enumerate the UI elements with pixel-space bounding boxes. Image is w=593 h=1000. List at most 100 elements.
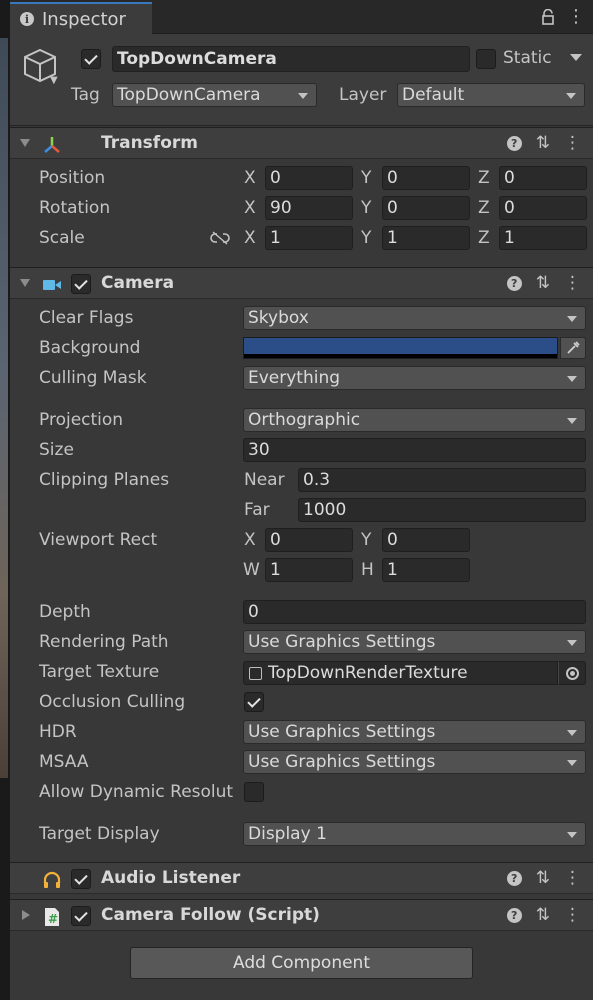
scale-x-field[interactable]: 1 — [265, 226, 353, 250]
size-label: Size — [39, 440, 74, 460]
position-z-field[interactable]: 0 — [499, 166, 587, 190]
hdr-label: HDR — [39, 722, 77, 742]
help-icon[interactable]: ? — [506, 135, 522, 151]
target-texture-field[interactable]: TopDownRenderTexture — [243, 661, 558, 685]
gameobject-active-checkbox[interactable] — [81, 49, 101, 69]
transform-header[interactable]: Transform ? ⇅ ⋮ — [10, 127, 593, 159]
msaa-label: MSAA — [39, 752, 89, 772]
position-y-label[interactable]: Y — [361, 168, 371, 188]
viewport-w-label[interactable]: W — [243, 560, 260, 580]
rotation-x-field[interactable]: 90 — [265, 196, 353, 220]
clear-flags-label: Clear Flags — [39, 308, 134, 328]
culling-mask-dropdown[interactable]: Everything — [243, 366, 586, 390]
more-options-icon[interactable]: ⋮ — [567, 6, 585, 27]
scale-x-label[interactable]: X — [244, 228, 256, 248]
depth-label: Depth — [39, 602, 91, 622]
far-field[interactable]: 1000 — [298, 498, 586, 522]
tab-bar: i Inspector ⋮ — [10, 0, 593, 34]
component-menu-icon[interactable]: ⋮ — [564, 273, 581, 293]
viewport-x-field[interactable]: 0 — [265, 528, 353, 552]
camera-follow-foldout[interactable] — [22, 910, 30, 920]
camera-follow-checkbox[interactable] — [71, 906, 91, 926]
viewport-h-label[interactable]: H — [361, 560, 374, 580]
target-texture-value: TopDownRenderTexture — [268, 663, 468, 683]
rotation-z-label[interactable]: Z — [478, 198, 490, 218]
help-icon[interactable]: ? — [506, 275, 522, 291]
dynamic-resolution-checkbox[interactable] — [244, 782, 264, 802]
component-menu-icon[interactable]: ⋮ — [564, 133, 581, 153]
background-color-field[interactable] — [243, 337, 558, 359]
target-display-dropdown[interactable]: Display 1 — [243, 822, 586, 846]
gameobject-header: ▼ TopDownCamera Static Tag TopDownCamera… — [10, 34, 593, 126]
rendering-path-dropdown[interactable]: Use Graphics Settings — [243, 630, 586, 654]
rotation-x-label[interactable]: X — [244, 198, 256, 218]
scale-z-label[interactable]: Z — [478, 228, 490, 248]
clear-flags-dropdown[interactable]: Skybox — [243, 306, 586, 330]
add-component-button[interactable]: Add Component — [130, 947, 473, 979]
rotation-y-field[interactable]: 0 — [382, 196, 470, 220]
tag-label: Tag — [71, 85, 100, 105]
audio-listener-checkbox[interactable] — [71, 869, 91, 889]
position-label: Position — [39, 168, 106, 188]
help-icon[interactable]: ? — [506, 870, 522, 886]
object-picker-icon[interactable] — [558, 661, 586, 685]
headphones-icon — [43, 871, 61, 888]
clipping-planes-label: Clipping Planes — [39, 470, 170, 490]
gameobject-name-field[interactable]: TopDownCamera — [112, 46, 470, 72]
hdr-dropdown[interactable]: Use Graphics Settings — [243, 720, 586, 744]
position-y-field[interactable]: 0 — [382, 166, 470, 190]
position-z-label[interactable]: Z — [478, 168, 490, 188]
transform-foldout[interactable] — [20, 139, 30, 147]
size-field[interactable]: 30 — [243, 438, 586, 462]
position-x-field[interactable]: 0 — [265, 166, 353, 190]
occlusion-culling-checkbox[interactable] — [244, 692, 264, 712]
near-label[interactable]: Near — [244, 470, 285, 490]
inspector-panel: i Inspector ⋮ ▼ TopDownCamera Static Tag… — [10, 0, 593, 1000]
viewport-x-label[interactable]: X — [244, 530, 256, 550]
far-label[interactable]: Far — [244, 500, 270, 520]
static-dropdown-arrow[interactable] — [570, 54, 582, 61]
viewport-y-label[interactable]: Y — [361, 530, 371, 550]
layer-dropdown[interactable]: Default — [397, 83, 585, 107]
icon-dropdown-arrow[interactable]: ▼ — [50, 75, 58, 86]
transform-tools: ? ⇅ ⋮ — [506, 133, 581, 153]
depth-field[interactable]: 0 — [243, 600, 586, 624]
rotation-y-label[interactable]: Y — [361, 198, 371, 218]
camera-follow-header[interactable]: # Camera Follow (Script) ? ⇅ ⋮ — [10, 899, 593, 931]
camera-foldout[interactable] — [20, 279, 30, 287]
scale-z-field[interactable]: 1 — [499, 226, 587, 250]
position-x-label[interactable]: X — [244, 168, 256, 188]
eyedropper-icon[interactable] — [560, 337, 586, 359]
tag-dropdown[interactable]: TopDownCamera — [112, 83, 317, 107]
constrain-proportions-icon[interactable] — [210, 231, 230, 245]
audio-listener-header[interactable]: Audio Listener ? ⇅ ⋮ — [10, 862, 593, 894]
rotation-z-field[interactable]: 0 — [499, 196, 587, 220]
scale-y-label[interactable]: Y — [361, 228, 371, 248]
svg-text:#: # — [48, 912, 58, 926]
viewport-y-field[interactable]: 0 — [382, 528, 470, 552]
static-checkbox[interactable] — [476, 49, 496, 69]
viewport-w-field[interactable]: 1 — [265, 558, 353, 582]
camera-header[interactable]: Camera ? ⇅ ⋮ — [10, 267, 593, 299]
render-texture-icon — [249, 667, 262, 680]
presets-icon[interactable]: ⇅ — [536, 133, 550, 153]
target-texture-label: Target Texture — [39, 662, 160, 682]
presets-icon[interactable]: ⇅ — [536, 273, 550, 293]
lock-icon[interactable] — [541, 8, 555, 25]
viewport-h-field[interactable]: 1 — [382, 558, 470, 582]
camera-enabled-checkbox[interactable] — [71, 274, 91, 294]
msaa-dropdown[interactable]: Use Graphics Settings — [243, 750, 586, 774]
scale-label: Scale — [39, 228, 85, 248]
tab-tools: ⋮ — [541, 6, 585, 27]
component-menu-icon[interactable]: ⋮ — [564, 905, 581, 925]
help-icon[interactable]: ? — [506, 907, 522, 923]
presets-icon[interactable]: ⇅ — [536, 905, 550, 925]
tab-inspector[interactable]: i Inspector — [10, 2, 152, 34]
projection-dropdown[interactable]: Orthographic — [243, 408, 586, 432]
projection-label: Projection — [39, 410, 124, 430]
alpha-bar — [244, 354, 557, 358]
presets-icon[interactable]: ⇅ — [536, 868, 550, 888]
near-field[interactable]: 0.3 — [298, 468, 586, 492]
scale-y-field[interactable]: 1 — [382, 226, 470, 250]
component-menu-icon[interactable]: ⋮ — [564, 868, 581, 888]
